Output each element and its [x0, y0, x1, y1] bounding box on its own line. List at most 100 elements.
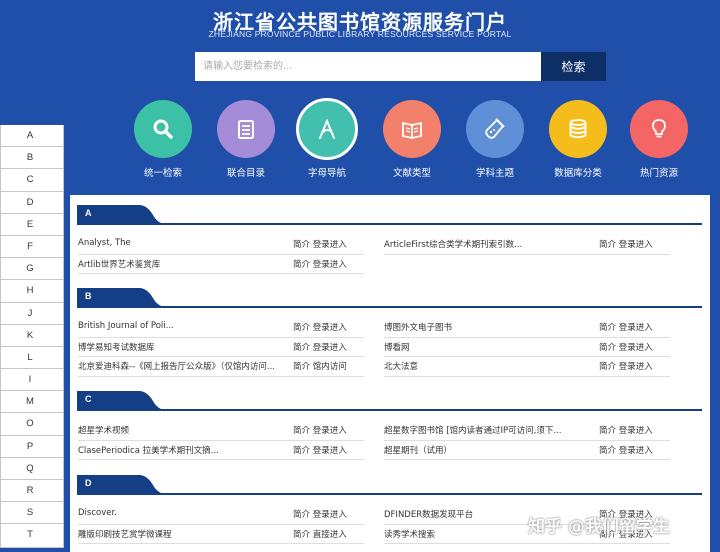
resource-name-link[interactable]: DFINDER数据发现平台 [384, 508, 473, 520]
section-letter: B [85, 291, 92, 301]
resource-actions[interactable]: 简介 登录进入 [599, 341, 653, 353]
resource-name-link[interactable]: 超星数字图书馆 [馆内读者通过IP可访问,须下... [384, 424, 561, 436]
alphabet-item[interactable]: C [1, 169, 63, 192]
nav-item-database-category[interactable]: 数据库分类 [543, 98, 613, 179]
nav-item-subject-theme[interactable]: 学科主题 [460, 98, 530, 179]
nav-item-union-catalog[interactable]: 联合目录 [211, 98, 281, 179]
alphabet-item[interactable]: S [1, 502, 63, 525]
resource-row: 超星学术视频 简介 登录进入 超星数字图书馆 [馆内读者通过IP可访问,须下... 简… [77, 421, 702, 441]
resource-item: 超星数字图书馆 [馆内读者通过IP可访问,须下... 简介 登录进入 [384, 421, 670, 441]
resource-item: Artlib世界艺术鉴赏库 简介 登录进入 [78, 255, 364, 274]
resource-actions[interactable]: 简介 登录进入 [599, 424, 653, 436]
nav-item-hot-resources[interactable]: 热门资源 [624, 98, 694, 179]
resource-row: 博学易知考试数据库 简介 登录进入 博看网 简介 登录进入 [77, 338, 702, 357]
resource-list: A Analyst, The 简介 登录进入 ArticleFirst综合类学术期刊索… [70, 195, 710, 552]
alphabet-item[interactable]: H [1, 280, 63, 303]
nav-label: 联合目录 [226, 168, 265, 179]
resource-actions[interactable]: 简介 直接进入 [293, 528, 347, 540]
resource-actions[interactable]: 简介 登录进入 [293, 444, 347, 456]
resource-actions[interactable]: 简介 登录进入 [293, 424, 347, 436]
resource-name-link[interactable]: ClasePeriodica 拉美学术期刊文摘... [78, 444, 219, 456]
resource-row: ClasePeriodica 拉美学术期刊文摘... 简介 登录进入 超星期刊（试用… [77, 441, 702, 460]
search-input[interactable] [195, 52, 541, 81]
resource-item: 雕版印刷技艺赏学微课程 简介 直接进入 [78, 525, 364, 544]
nav-item-unified-search[interactable]: 统一检索 [128, 98, 198, 179]
resource-actions[interactable]: 简介 登录进入 [293, 258, 347, 270]
letter-a-icon [296, 98, 358, 160]
letter-section: C 超星学术视频 简介 登录进入 超星数字图书馆 [馆内读者通过IP可访问,须下...… [77, 391, 702, 460]
section-letter: D [85, 478, 92, 488]
resource-actions[interactable]: 简介 登录进入 [293, 321, 347, 333]
resource-row: 北京爱迪科森--《网上报告厅公众版》（仅馆内访问... 简介 馆内访问 北大法意 简介… [77, 357, 702, 377]
resource-item: Analyst, The 简介 登录进入 [78, 235, 364, 255]
resource-name-link[interactable]: British Journal of Poli... [78, 321, 174, 331]
alphabet-item[interactable]: G [1, 258, 63, 281]
resource-actions[interactable]: 简介 登录进入 [599, 444, 653, 456]
resource-name-link[interactable]: Analyst, The [78, 238, 131, 248]
alphabet-item[interactable]: O [1, 413, 63, 436]
resource-name-link[interactable]: 雕版印刷技艺赏学微课程 [78, 528, 172, 540]
nav-label: 学科主题 [475, 168, 514, 179]
resource-actions[interactable]: 简介 馆内访问 [293, 360, 347, 372]
resource-row: Artlib世界艺术鉴赏库 简介 登录进入 [77, 255, 702, 274]
resource-item: Discover. 简介 登录进入 [78, 505, 364, 525]
resource-name-link[interactable]: 博图外文电子图书 [384, 321, 452, 333]
nav-label: 文献类型 [392, 168, 431, 179]
resource-actions[interactable]: 简介 登录进入 [599, 360, 653, 372]
resource-item: ClasePeriodica 拉美学术期刊文摘... 简介 登录进入 [78, 441, 364, 460]
resource-item: 北京爱迪科森--《网上报告厅公众版》（仅馆内访问... 简介 馆内访问 [78, 357, 364, 377]
section-header: C [77, 391, 702, 411]
alphabet-item[interactable]: L [1, 347, 63, 370]
nav-label: 热门资源 [639, 168, 678, 179]
alphabet-item[interactable]: J [1, 303, 63, 325]
alphabet-item[interactable]: M [1, 391, 63, 414]
alphabet-item[interactable]: K [1, 325, 63, 347]
resource-name-link[interactable]: 超星学术视频 [78, 424, 129, 436]
resource-name-link[interactable]: ArticleFirst综合类学术期刊索引数... [384, 238, 522, 250]
resource-item: ArticleFirst综合类学术期刊索引数... 简介 登录进入 [384, 235, 670, 255]
resource-row: British Journal of Poli... 简介 登录进入 博图外文电子图… [77, 318, 702, 338]
resource-name-link[interactable]: 超星期刊（试用） [384, 444, 452, 456]
section-letter: A [85, 208, 92, 218]
resource-actions[interactable]: 简介 登录进入 [599, 321, 653, 333]
nav-item-letter-navigation[interactable]: 字母导航 [292, 98, 362, 179]
alphabet-index: ABCDEFGHJKLIMOPQRST [0, 125, 64, 548]
nav-item-document-type[interactable]: 文献类型 [377, 98, 447, 179]
alphabet-item[interactable]: I [1, 369, 63, 392]
alphabet-item[interactable]: Q [1, 458, 63, 480]
resource-actions[interactable]: 简介 登录进入 [599, 238, 653, 250]
alphabet-item[interactable]: E [1, 214, 63, 236]
alphabet-item[interactable]: B [1, 147, 63, 170]
nav-label: 统一检索 [143, 168, 182, 179]
resource-name-link[interactable]: 读秀学术搜索 [384, 528, 435, 540]
resource-item: 超星期刊（试用） 简介 登录进入 [384, 441, 670, 460]
resource-name-link[interactable]: 博看网 [384, 341, 410, 353]
section-letter: C [85, 394, 92, 404]
flask-icon [466, 100, 524, 158]
resource-name-link[interactable]: 北京爱迪科森--《网上报告厅公众版》（仅馆内访问... [78, 360, 275, 372]
resource-row: Analyst, The 简介 登录进入 ArticleFirst综合类学术期刊索引… [77, 235, 702, 255]
alphabet-item[interactable]: A [1, 125, 63, 148]
section-header: D [77, 475, 702, 495]
resource-name-link[interactable]: 北大法意 [384, 360, 418, 372]
category-nav: 统一检索 联合目录 字母导航 文献类型 学科主题 数据库分类 热门资源 [128, 98, 694, 179]
resource-name-link[interactable]: 博学易知考试数据库 [78, 341, 155, 353]
database-icon [549, 100, 607, 158]
nav-label: 数据库分类 [554, 168, 602, 179]
resource-actions[interactable]: 简介 登录进入 [293, 238, 347, 250]
resource-name-link[interactable]: Artlib世界艺术鉴赏库 [78, 258, 160, 270]
resource-name-link[interactable]: Discover. [78, 508, 117, 518]
resource-actions[interactable]: 简介 登录进入 [293, 341, 347, 353]
resource-actions[interactable]: 简介 登录进入 [293, 508, 347, 520]
alphabet-item[interactable]: T [1, 524, 63, 546]
alphabet-item[interactable]: F [1, 236, 63, 259]
alphabet-item[interactable]: D [1, 192, 63, 214]
resource-item: 博图外文电子图书 简介 登录进入 [384, 318, 670, 338]
book-icon [383, 100, 441, 158]
section-header: A [77, 205, 702, 225]
alphabet-item[interactable]: R [1, 480, 63, 503]
search-button[interactable]: 检索 [541, 52, 606, 81]
section-header: B [77, 288, 702, 308]
letter-section: A Analyst, The 简介 登录进入 ArticleFirst综合类学术期刊索… [77, 205, 702, 274]
alphabet-item[interactable]: P [1, 436, 63, 458]
